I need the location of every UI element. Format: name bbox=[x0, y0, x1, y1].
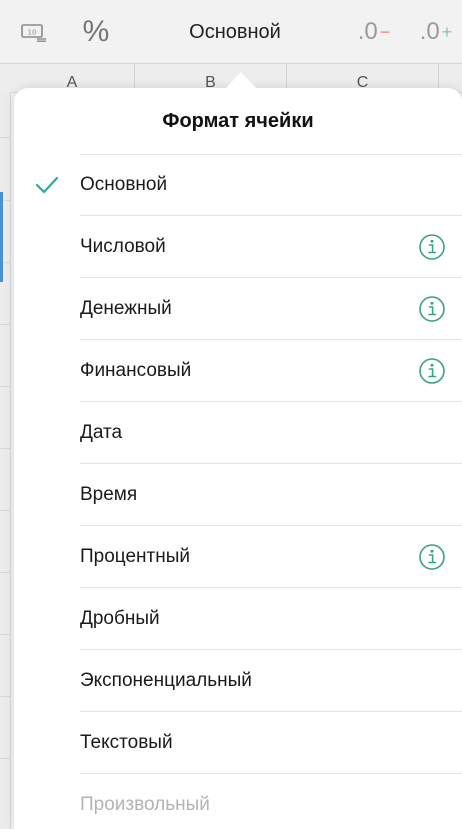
percent-format-button[interactable]: % bbox=[74, 0, 118, 64]
currency-format-icon: 10 bbox=[21, 24, 46, 42]
svg-text:10: 10 bbox=[28, 29, 37, 37]
format-item-label: Основной bbox=[80, 174, 168, 195]
row-divider bbox=[0, 448, 10, 449]
row-header-strip bbox=[0, 92, 11, 829]
increase-decimals-button[interactable]: .0 + bbox=[410, 0, 462, 64]
format-item-accounting[interactable]: Финансовый bbox=[14, 340, 462, 402]
currency-format-button[interactable]: 10 bbox=[14, 0, 54, 64]
format-item-custom: Произвольный bbox=[14, 774, 462, 829]
format-item-number[interactable]: Числовой bbox=[14, 216, 462, 278]
format-item-label: Текстовый bbox=[80, 732, 173, 753]
format-item-percentage[interactable]: Процентный bbox=[14, 526, 462, 588]
format-item-scientific[interactable]: Экспоненциальный bbox=[14, 650, 462, 712]
increase-decimals-label: .0 bbox=[419, 18, 440, 45]
format-item-text[interactable]: Текстовый bbox=[14, 712, 462, 774]
decrease-decimals-button[interactable]: .0 − bbox=[346, 0, 402, 64]
row-divider bbox=[0, 758, 10, 759]
format-item-date[interactable]: Дата bbox=[14, 402, 462, 464]
screen: 10 % Основной .0 − .0 + A B C Формат яче… bbox=[0, 0, 462, 829]
format-item-currency[interactable]: Денежный bbox=[14, 278, 462, 340]
checkmark-icon bbox=[32, 154, 62, 216]
info-icon[interactable] bbox=[418, 543, 446, 571]
row-divider bbox=[0, 386, 10, 387]
row-divider bbox=[0, 572, 10, 573]
format-item-label: Время bbox=[80, 484, 138, 505]
format-item-label: Дата bbox=[80, 422, 123, 443]
decrease-decimals-sign: − bbox=[379, 21, 391, 42]
format-item-label: Денежный bbox=[80, 298, 172, 319]
percent-label: % bbox=[82, 15, 110, 48]
info-icon[interactable] bbox=[418, 357, 446, 385]
cell-format-popover: Формат ячейки Основной Числовой Денежный bbox=[14, 88, 462, 829]
popover-arrow bbox=[225, 72, 257, 89]
format-item-label: Числовой bbox=[80, 236, 166, 257]
format-item-label: Дробный bbox=[80, 608, 160, 629]
row-divider bbox=[0, 137, 10, 138]
format-item-label: Произвольный bbox=[80, 794, 210, 815]
info-icon[interactable] bbox=[418, 295, 446, 323]
format-item-label: Процентный bbox=[80, 546, 190, 567]
format-item-time[interactable]: Время bbox=[14, 464, 462, 526]
row-divider bbox=[0, 324, 10, 325]
popover-title: Формат ячейки bbox=[162, 109, 314, 132]
format-item-basic[interactable]: Основной bbox=[14, 154, 462, 216]
format-item-label: Экспоненциальный bbox=[80, 670, 252, 691]
selected-row-indicator bbox=[0, 192, 3, 282]
row-divider bbox=[0, 510, 10, 511]
cell-format-button[interactable]: Основной bbox=[160, 0, 310, 64]
format-item-fraction[interactable]: Дробный bbox=[14, 588, 462, 650]
info-icon[interactable] bbox=[418, 233, 446, 261]
format-item-label: Финансовый bbox=[80, 360, 192, 381]
row-divider bbox=[0, 634, 10, 635]
increase-decimals-sign: + bbox=[441, 21, 453, 42]
format-list: Основной Числовой Денежный Финансовый Да… bbox=[14, 154, 462, 829]
row-divider bbox=[0, 696, 10, 697]
decrease-decimals-label: .0 bbox=[357, 18, 378, 45]
format-toolbar: 10 % Основной .0 − .0 + bbox=[0, 0, 462, 64]
cell-format-label: Основной bbox=[189, 20, 281, 43]
